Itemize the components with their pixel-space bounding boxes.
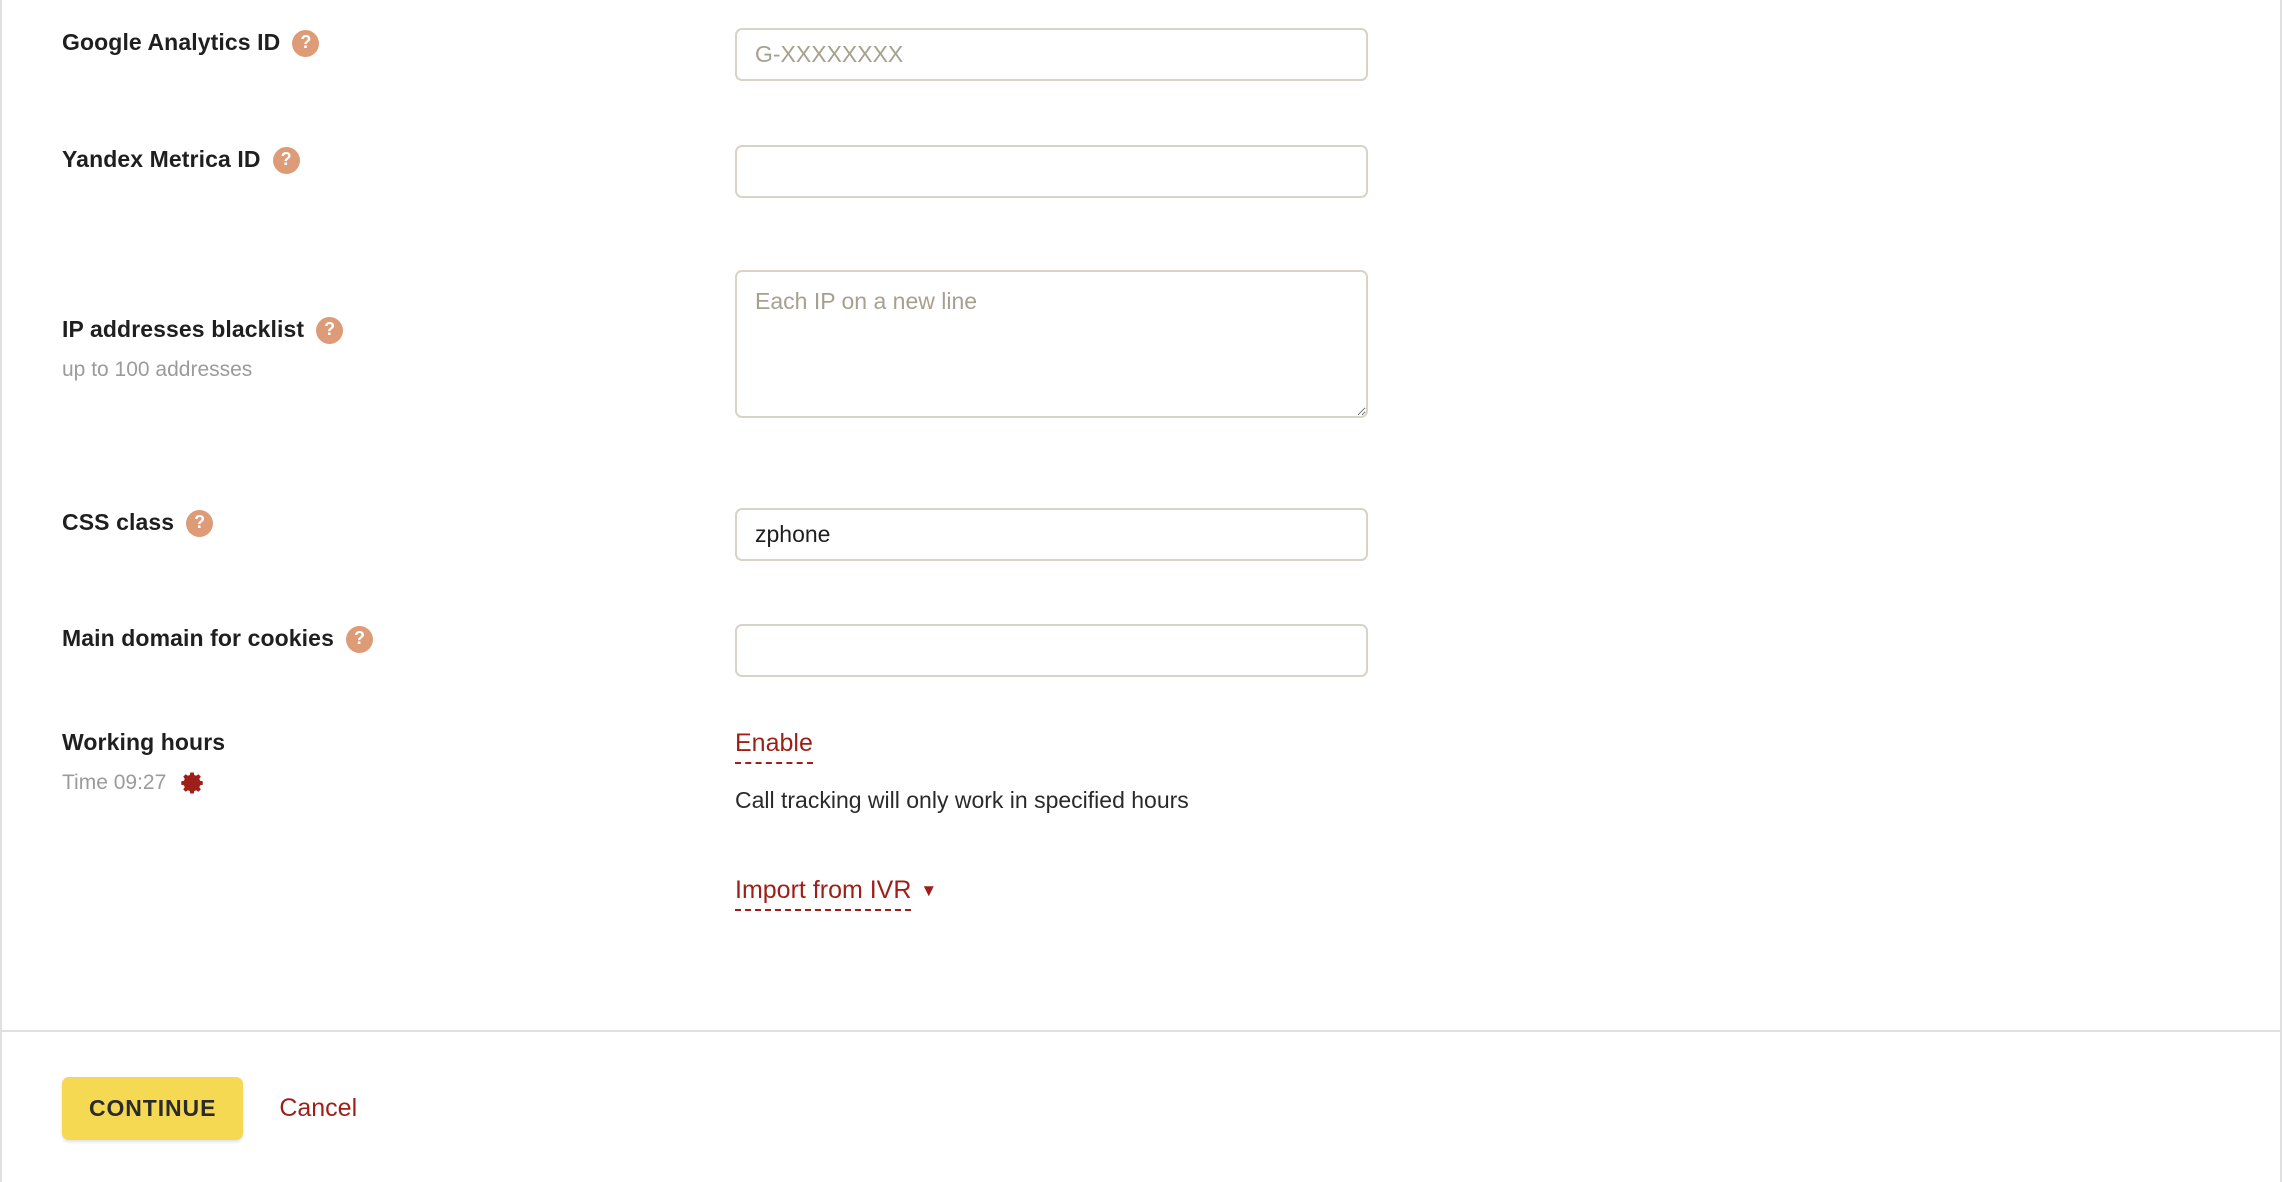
label-column: CSS class ? — [2, 508, 735, 537]
yandex-metrica-id-input[interactable] — [735, 145, 1368, 198]
field-column — [735, 28, 2280, 81]
question-mark-icon[interactable]: ? — [292, 29, 320, 57]
label-line: Main domain for cookies ? — [62, 624, 715, 653]
field-column: Enable Call tracking will only work in s… — [735, 728, 2280, 816]
field-label: Main domain for cookies — [62, 625, 334, 651]
form-row-css-class: CSS class ? — [2, 508, 2280, 561]
field-sublabel: up to 100 addresses — [62, 357, 253, 381]
form-row-working-hours: Working hours Time 09:27 Enable Call tra… — [2, 728, 2280, 816]
field-column — [735, 624, 2280, 677]
label-column: Main domain for cookies ? — [2, 624, 735, 653]
field-label: Google Analytics ID — [62, 29, 281, 55]
import-from-ivr-control[interactable]: Import from IVR ▼ — [735, 875, 937, 912]
form-row-ip-addresses-blacklist: IP addresses blacklist ? up to 100 addre… — [2, 270, 2280, 418]
question-mark-icon[interactable]: ? — [186, 509, 214, 537]
working-hours-label: Working hours — [62, 729, 226, 755]
working-hours-time: Time 09:27 — [62, 771, 167, 795]
form-row-yandex-metrica-id: Yandex Metrica ID ? — [2, 145, 2280, 198]
label-column: Google Analytics ID ? — [2, 28, 735, 57]
form-row-import-from-ivr: Import from IVR ▼ — [2, 875, 2280, 912]
form-body: Google Analytics ID ? Yandex Metrica ID … — [2, 0, 2280, 1032]
question-mark-icon[interactable]: ? — [272, 146, 300, 174]
import-from-ivr-link[interactable]: Import from IVR — [735, 875, 912, 912]
google-analytics-id-input[interactable] — [735, 28, 1368, 81]
label-line: CSS class ? — [62, 508, 715, 537]
label-line: Yandex Metrica ID ? — [62, 145, 715, 174]
continue-button[interactable]: CONTINUE — [62, 1076, 244, 1140]
settings-form-page: Google Analytics ID ? Yandex Metrica ID … — [0, 0, 2282, 1182]
label-column: IP addresses blacklist ? up to 100 addre… — [2, 270, 735, 382]
field-column — [735, 270, 2280, 418]
form-row-google-analytics-id: Google Analytics ID ? — [2, 28, 2280, 81]
field-column — [735, 145, 2280, 198]
label-line: Working hours — [62, 728, 715, 757]
label-line: Google Analytics ID ? — [62, 28, 715, 57]
form-row-main-domain-for-cookies: Main domain for cookies ? — [2, 624, 2280, 677]
question-mark-icon[interactable]: ? — [345, 625, 373, 653]
chevron-down-icon[interactable]: ▼ — [920, 882, 937, 899]
css-class-input[interactable] — [735, 508, 1368, 561]
gear-icon[interactable] — [180, 770, 206, 796]
field-label: Yandex Metrica ID — [62, 146, 261, 172]
ip-addresses-blacklist-textarea[interactable] — [735, 270, 1368, 418]
working-hours-note: Call tracking will only work in specifie… — [735, 787, 1189, 814]
form-footer: CONTINUE Cancel — [2, 1034, 2280, 1182]
question-mark-icon[interactable]: ? — [316, 316, 344, 344]
field-label: CSS class — [62, 509, 175, 535]
field-column — [735, 508, 2280, 561]
main-domain-for-cookies-input[interactable] — [735, 624, 1368, 677]
cancel-button[interactable]: Cancel — [279, 1094, 357, 1123]
field-label: IP addresses blacklist — [62, 316, 305, 342]
label-column: Yandex Metrica ID ? — [2, 145, 735, 174]
working-hours-time-line: Time 09:27 — [62, 770, 715, 796]
enable-working-hours-link[interactable]: Enable — [735, 728, 813, 765]
label-column: Working hours Time 09:27 — [2, 728, 735, 796]
label-line: IP addresses blacklist ? — [62, 315, 715, 344]
field-column: Import from IVR ▼ — [735, 875, 2280, 912]
